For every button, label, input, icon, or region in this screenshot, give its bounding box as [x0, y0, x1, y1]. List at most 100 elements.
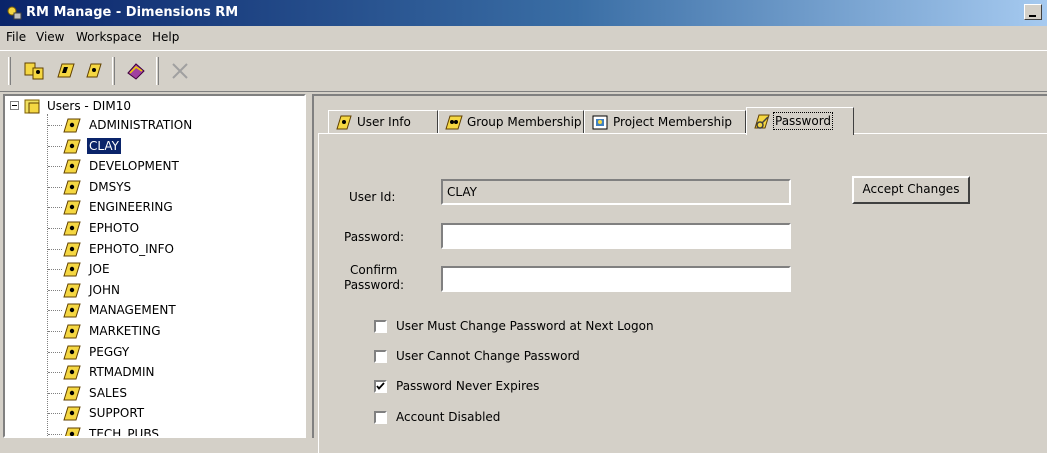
- user-icon: [63, 406, 81, 421]
- tree-user-support[interactable]: SUPPORT: [5, 403, 295, 424]
- new-group-button[interactable]: [54, 59, 78, 83]
- tree-connector: [48, 434, 62, 435]
- tree-user-dmsys[interactable]: DMSYS: [5, 177, 295, 198]
- new-user-button[interactable]: [22, 59, 46, 83]
- tree-user-label: MANAGEMENT: [89, 303, 176, 318]
- tree-connector: [48, 207, 62, 209]
- group-icon: [57, 63, 75, 78]
- tab-project-membership[interactable]: Project Membership: [584, 110, 746, 134]
- user-icon: [336, 115, 352, 130]
- user-icon: [63, 283, 81, 298]
- user-icon: [63, 324, 81, 339]
- tree-user-rtmadmin[interactable]: RTMADMIN: [5, 362, 295, 383]
- user-icon: [63, 139, 81, 154]
- toolbar-separator: [156, 57, 159, 85]
- tree-user-ephoto-info[interactable]: EPHOTO_INFO: [5, 239, 295, 260]
- delete-button[interactable]: [168, 59, 192, 83]
- tree-connector: [48, 392, 62, 394]
- menu-workspace[interactable]: Workspace: [76, 30, 142, 44]
- user-icon: [63, 159, 81, 174]
- checkbox-label: User Must Change Password at Next Logon: [396, 319, 654, 333]
- user-icon: [63, 365, 81, 380]
- tree-connector: [48, 351, 62, 353]
- tab-password[interactable]: Password: [746, 107, 854, 135]
- checkbox[interactable]: [374, 380, 387, 393]
- checkbox-label: Password Never Expires: [396, 379, 540, 393]
- confirm-label-line2: Password:: [344, 278, 405, 292]
- password-tab-page: User Id: Accept Changes Password: Confir…: [318, 133, 1047, 453]
- user-icon: [86, 63, 102, 78]
- toolbar-grip[interactable]: [8, 57, 11, 85]
- collapse-icon[interactable]: [10, 101, 19, 110]
- tree-user-label: RTMADMIN: [89, 365, 155, 380]
- checkbox[interactable]: [374, 350, 387, 363]
- tab-label: Project Membership: [613, 115, 733, 129]
- accept-changes-button[interactable]: Accept Changes: [852, 176, 970, 204]
- checkbox-label: Account Disabled: [396, 410, 501, 424]
- tree-user-label: CLAY: [87, 137, 121, 154]
- user-icon: [65, 427, 81, 436]
- minimize-button[interactable]: [1024, 4, 1042, 20]
- checkbox[interactable]: [374, 320, 387, 333]
- tree-user-management[interactable]: MANAGEMENT: [5, 300, 295, 321]
- menu-help[interactable]: Help: [152, 30, 179, 44]
- tree-connector: [48, 289, 62, 291]
- tab-label: User Info: [357, 115, 411, 129]
- menu-view[interactable]: View: [36, 30, 64, 44]
- tree-connector: [48, 413, 62, 415]
- tab-group-membership[interactable]: Group Membership: [438, 110, 584, 134]
- user-icon: [63, 242, 81, 257]
- tree-user-marketing[interactable]: MARKETING: [5, 321, 295, 342]
- tree-connector: [48, 186, 62, 188]
- tree-user-label: EPHOTO: [89, 221, 140, 235]
- tree-root-label: Users - DIM10: [47, 99, 131, 113]
- tree-user-label: EPHOTO_INFO: [89, 241, 174, 256]
- tree-user-label: TECH_PUBS: [89, 427, 159, 438]
- user-button[interactable]: [82, 59, 106, 83]
- toolbar-separator: [112, 57, 115, 85]
- tree-user-peggy[interactable]: PEGGY: [5, 342, 295, 363]
- group-icon: [445, 115, 463, 130]
- tree-user-label: PEGGY: [89, 344, 130, 359]
- tree-user-joe[interactable]: JOE: [5, 259, 295, 280]
- users-folder-icon: [24, 99, 40, 114]
- book-icon: [127, 63, 145, 80]
- delete-icon: [172, 63, 188, 79]
- user-icon: [63, 345, 81, 360]
- tree-user-engineering[interactable]: ENGINEERING: [5, 197, 295, 218]
- check-icon: [376, 382, 385, 390]
- password-icon: [754, 114, 770, 129]
- menu-file[interactable]: File: [6, 30, 26, 44]
- tree-user-administration[interactable]: ADMINISTRATION: [5, 115, 295, 136]
- project-icon: [592, 115, 608, 130]
- user-icon: [63, 221, 81, 236]
- tree-user-label: DMSYS: [89, 179, 132, 194]
- tree-user-label: JOE: [89, 262, 110, 277]
- tree-user-clay[interactable]: CLAY: [5, 136, 295, 157]
- password-field[interactable]: [441, 223, 791, 249]
- user-icon: [63, 180, 81, 195]
- tree-connector: [48, 310, 62, 312]
- user-icon: [63, 303, 81, 318]
- users-tree[interactable]: Users - DIM10 ADMINISTRATION CLAY DEVELOPM…: [3, 94, 306, 438]
- confirm-label-line1: Confirm: [350, 263, 398, 277]
- tab-user-info[interactable]: User Info: [328, 110, 438, 134]
- confirm-password-field[interactable]: [441, 266, 791, 292]
- tree-user-ephoto[interactable]: EPHOTO: [5, 218, 295, 239]
- tree-user-development[interactable]: DEVELOPMENT: [5, 156, 295, 177]
- tree-connector: [48, 125, 62, 126]
- toolbar: [0, 50, 1047, 92]
- user-id-field: [441, 179, 791, 205]
- user-icon: [63, 118, 81, 133]
- tree-user-tech-pubs[interactable]: TECH_PUBS: [5, 424, 295, 438]
- book-button[interactable]: [124, 59, 148, 83]
- tree-user-label: SALES: [89, 385, 127, 400]
- checkbox[interactable]: [374, 411, 387, 424]
- title-bar: RM Manage - Dimensions RM: [0, 0, 1047, 26]
- user-icon: [63, 262, 81, 277]
- tree-user-sales[interactable]: SALES: [5, 383, 295, 404]
- tree-connector: [48, 331, 62, 332]
- tab-label: Password: [772, 112, 834, 130]
- tree-user-label: JOHN: [89, 282, 120, 297]
- tree-user-john[interactable]: JOHN: [5, 280, 295, 301]
